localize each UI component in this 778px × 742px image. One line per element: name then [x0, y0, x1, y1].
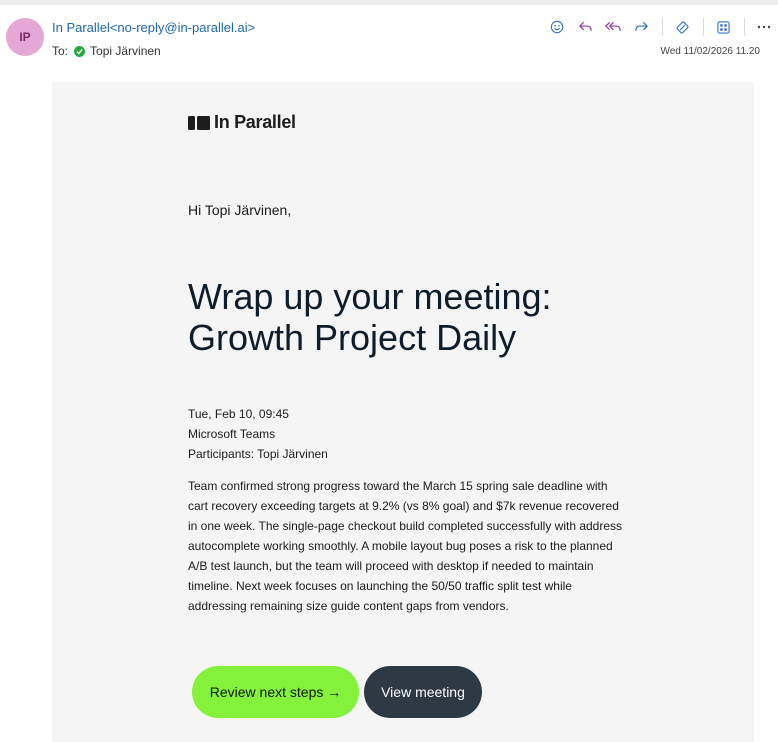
verified-check-icon — [74, 45, 86, 57]
eraser-icon[interactable] — [671, 17, 693, 37]
separator — [744, 18, 745, 36]
meeting-summary: Team confirmed strong progress toward th… — [188, 479, 623, 613]
greeting: Hi Topi Järvinen, — [188, 202, 292, 218]
email-title: Wrap up your meeting: Growth Project Dai… — [188, 276, 552, 358]
review-next-steps-button[interactable]: Review next steps → — [192, 666, 359, 718]
recipient-line: To: Topi Järvinen — [52, 44, 161, 58]
more-icon[interactable] — [753, 17, 775, 37]
email-body-card: In Parallel Hi Topi Järvinen, Wrap up yo… — [52, 82, 754, 742]
meeting-platform: Microsoft Teams — [188, 427, 276, 441]
forward-icon[interactable] — [630, 17, 652, 37]
separator — [662, 18, 663, 36]
reply-all-icon[interactable] — [602, 17, 624, 37]
meeting-details: Tue, Feb 10, 09:45 Microsoft Teams Parti… — [188, 404, 328, 464]
message-actions — [546, 17, 778, 37]
meeting-datetime: Tue, Feb 10, 09:45 — [188, 407, 289, 421]
top-bar — [0, 0, 778, 5]
recipient-name[interactable]: Topi Järvinen — [90, 44, 161, 58]
view-meeting-button[interactable]: View meeting — [364, 666, 482, 718]
sender-address[interactable]: In Parallel<no-reply@in-parallel.ai> — [52, 20, 255, 35]
meeting-participants: Participants: Topi Järvinen — [188, 447, 328, 461]
apps-icon[interactable] — [712, 17, 734, 37]
avatar: IP — [6, 18, 44, 56]
in-parallel-logo-icon — [188, 115, 210, 131]
brand-logo: In Parallel — [188, 112, 296, 133]
smiley-icon[interactable] — [546, 17, 568, 37]
separator — [703, 18, 704, 36]
logo-text: In Parallel — [214, 112, 296, 132]
sent-date: Wed 11/02/2026 11.20 — [660, 46, 760, 57]
to-label: To: — [52, 44, 69, 58]
reply-icon[interactable] — [574, 17, 596, 37]
